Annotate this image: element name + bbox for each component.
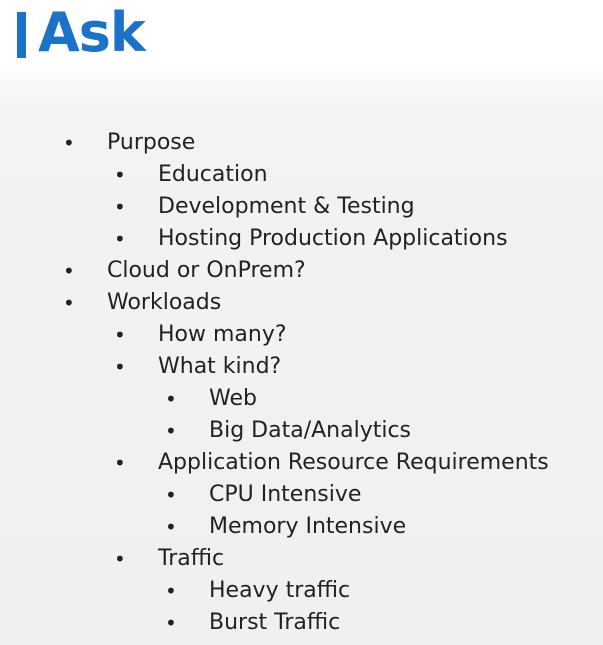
bullet-icon: • [63,259,75,283]
slide-title: Ask [38,1,146,64]
list-item-text: Education [158,162,268,187]
list-item-text: Purpose [107,130,196,155]
bullet-icon: • [114,227,126,251]
list-item-text: Development & Testing [158,194,415,219]
list-item-text: Workloads [107,290,222,315]
list-item-resource-requirements: • Application Resource Requirements [0,447,603,479]
list-item-how-many: • How many? [0,319,603,351]
list-item-text: Heavy traffic [209,578,351,603]
title-accent-bar [17,12,26,58]
bullet-icon: • [63,291,75,315]
list-item-text: Burst Traffic [209,610,341,635]
list-item-traffic: • Traffic [0,543,603,575]
list-item-text: What kind? [158,354,282,379]
list-item-text: Traffic [158,546,225,571]
list-item-text: Cloud or OnPrem? [107,258,306,283]
bullet-icon: • [114,163,126,187]
list-item-cloud-onprem: • Cloud or OnPrem? [0,255,603,287]
list-item-big-data: • Big Data/Analytics [0,415,603,447]
list-item-cpu-intensive: • CPU Intensive [0,479,603,511]
bullet-icon: • [114,323,126,347]
list-item-purpose: • Purpose [0,127,603,159]
list-item-memory-intensive: • Memory Intensive [0,511,603,543]
list-item-text: Application Resource Requirements [158,450,549,475]
list-item-text: Big Data/Analytics [209,418,412,443]
bullet-icon: • [165,419,177,443]
list-item-text: Hosting Production Applications [158,226,508,251]
bullet-icon: • [63,131,75,155]
bullet-icon: • [165,515,177,539]
list-item-text: CPU Intensive [209,482,362,507]
list-item-text: Memory Intensive [209,514,407,539]
bullet-icon: • [165,611,177,635]
bullet-icon: • [165,483,177,507]
list-item-text: How many? [158,322,287,347]
list-item-education: • Education [0,159,603,191]
list-item-heavy-traffic: • Heavy traffic [0,575,603,607]
bullet-icon: • [114,195,126,219]
list-item-what-kind: • What kind? [0,351,603,383]
bullet-icon: • [114,355,126,379]
bullet-icon: • [114,547,126,571]
list-item-workloads: • Workloads [0,287,603,319]
bullet-list: • Purpose • Education • Development & Te… [0,127,603,639]
bullet-icon: • [114,451,126,475]
list-item-burst-traffic: • Burst Traffic [0,607,603,639]
list-item-development-testing: • Development & Testing [0,191,603,223]
list-item-web: • Web [0,383,603,415]
list-item-hosting-production: • Hosting Production Applications [0,223,603,255]
list-item-text: Web [209,386,257,411]
bullet-icon: • [165,387,177,411]
bullet-icon: • [165,579,177,603]
